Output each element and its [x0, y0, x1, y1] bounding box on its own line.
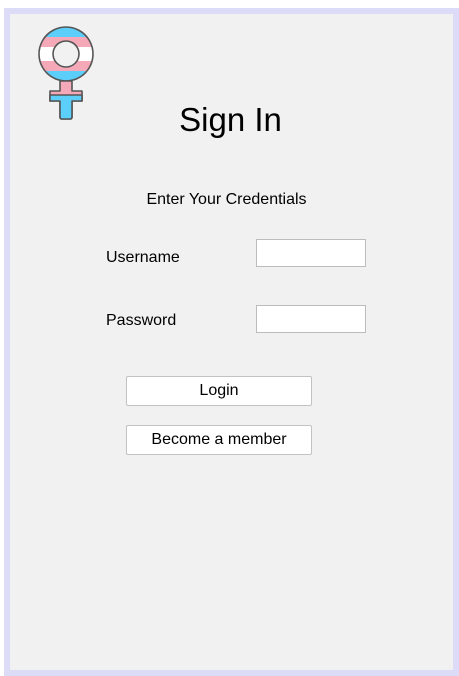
- username-label: Username: [106, 249, 180, 266]
- credentials-prompt: Enter Your Credentials: [146, 191, 307, 208]
- become-member-button[interactable]: Become a member: [126, 425, 312, 455]
- password-field[interactable]: [256, 305, 366, 333]
- page-title: Sign In: [179, 101, 282, 138]
- password-label: Password: [106, 312, 177, 329]
- login-window: Sign In Enter Your Credentials Username …: [4, 8, 459, 676]
- login-button[interactable]: Login: [126, 376, 312, 406]
- username-field[interactable]: [256, 239, 366, 267]
